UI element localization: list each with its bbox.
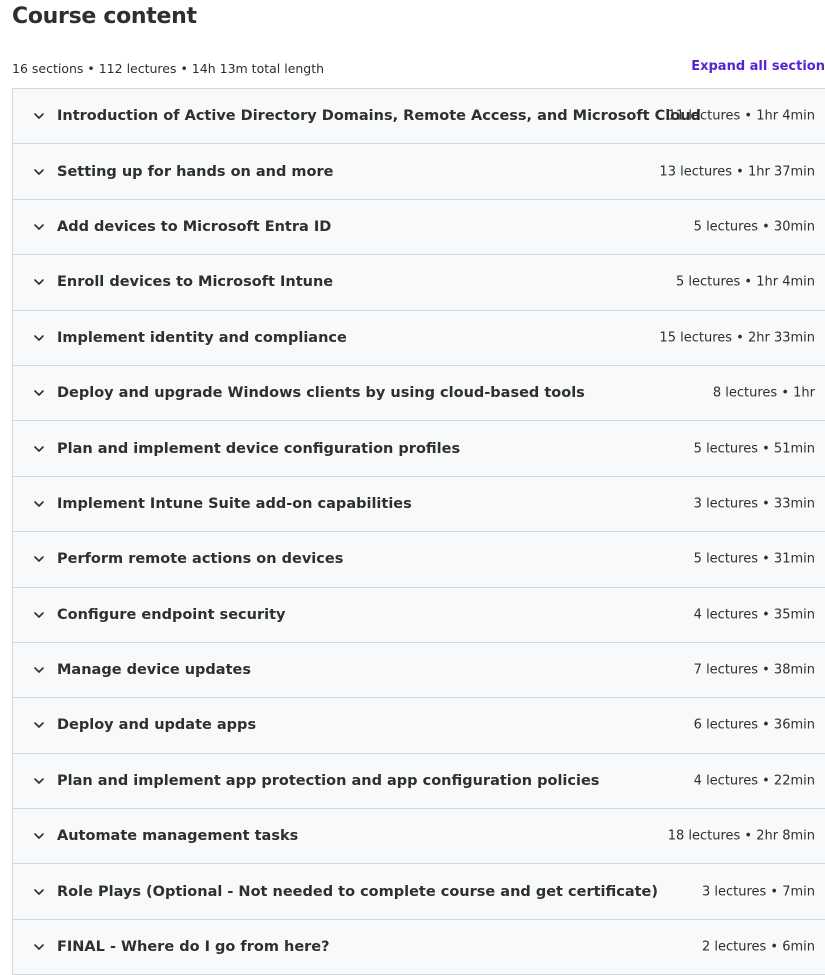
section-meta: 8 lectures • 1hr <box>712 385 815 401</box>
section-meta: 6 lectures • 36min <box>693 717 815 733</box>
chevron-down-icon <box>33 110 45 122</box>
section-title: Role Plays (Optional - Not needed to com… <box>57 883 659 900</box>
section-header-7[interactable]: Plan and implement device configuration … <box>13 421 825 477</box>
section-meta: 11 lectures • 1hr 4min <box>667 108 815 124</box>
section-title: Implement Intune Suite add-on capabiliti… <box>57 495 412 512</box>
chevron-down-icon <box>33 276 45 288</box>
course-summary: 16 sections • 112 lectures • 14h 13m tot… <box>12 61 325 76</box>
chevron-down-icon <box>33 609 45 621</box>
section-title: Automate management tasks <box>57 828 299 845</box>
section-header-15[interactable]: Role Plays (Optional - Not needed to com… <box>13 864 825 920</box>
section-header-4[interactable]: Enroll devices to Microsoft Intune 5 lec… <box>13 255 825 311</box>
section-meta: 5 lectures • 31min <box>693 551 815 567</box>
section-meta: 3 lectures • 33min <box>693 496 815 512</box>
section-meta: 4 lectures • 35min <box>693 607 815 623</box>
section-title: Deploy and update apps <box>57 717 257 734</box>
section-header-12[interactable]: Deploy and update apps 6 lectures • 36mi… <box>13 698 825 754</box>
course-summary-row: 16 sections • 112 lectures • 14h 13m tot… <box>12 59 825 79</box>
chevron-down-icon <box>33 941 45 953</box>
chevron-down-icon <box>33 886 45 898</box>
section-title: Perform remote actions on devices <box>57 551 344 568</box>
section-header-9[interactable]: Perform remote actions on devices 5 lect… <box>13 532 825 588</box>
section-title: Add devices to Microsoft Entra ID <box>57 218 332 235</box>
section-header-10[interactable]: Configure endpoint security 4 lectures •… <box>13 587 825 643</box>
sections-list: Introduction of Active Directory Domains… <box>12 88 825 975</box>
section-meta: 5 lectures • 30min <box>693 219 815 235</box>
section-title: FINAL - Where do I go from here? <box>57 939 330 956</box>
section-meta: 15 lectures • 2hr 33min <box>659 330 815 346</box>
section-header-2[interactable]: Setting up for hands on and more 13 lect… <box>13 144 825 200</box>
chevron-down-icon <box>33 553 45 565</box>
section-meta: 3 lectures • 7min <box>701 884 815 900</box>
chevron-down-icon <box>33 332 45 344</box>
chevron-down-icon <box>33 221 45 233</box>
section-header-14[interactable]: Automate management tasks 18 lectures • … <box>13 809 825 865</box>
expand-all-sections-button[interactable]: Expand all section <box>691 59 825 74</box>
section-meta: 2 lectures • 6min <box>701 939 815 955</box>
chevron-down-icon <box>33 166 45 178</box>
section-header-3[interactable]: Add devices to Microsoft Entra ID 5 lect… <box>13 199 825 256</box>
section-title: Implement identity and compliance <box>57 329 347 346</box>
section-header-5[interactable]: Implement identity and compliance 15 lec… <box>13 310 825 366</box>
chevron-down-icon <box>33 664 45 676</box>
section-header-8[interactable]: Implement Intune Suite add-on capabiliti… <box>13 476 825 533</box>
section-title: Plan and implement device configuration … <box>57 440 461 457</box>
section-header-6[interactable]: Deploy and upgrade Windows clients by us… <box>13 365 825 422</box>
chevron-down-icon <box>33 498 45 510</box>
section-meta: 5 lectures • 51min <box>693 441 815 457</box>
section-title: Manage device updates <box>57 662 251 679</box>
chevron-down-icon <box>33 775 45 787</box>
section-header-13[interactable]: Plan and implement app protection and ap… <box>13 753 825 810</box>
section-meta: 5 lectures • 1hr 4min <box>675 274 815 290</box>
chevron-down-icon <box>33 443 45 455</box>
section-title: Configure endpoint security <box>57 606 286 623</box>
section-header-16[interactable]: FINAL - Where do I go from here? 2 lectu… <box>13 919 825 975</box>
section-title: Setting up for hands on and more <box>57 163 334 180</box>
section-title: Introduction of Active Directory Domains… <box>57 108 701 125</box>
section-meta: 18 lectures • 2hr 8min <box>667 828 815 844</box>
section-meta: 7 lectures • 38min <box>693 662 815 678</box>
chevron-down-icon <box>33 387 45 399</box>
section-header-1[interactable]: Introduction of Active Directory Domains… <box>13 89 825 145</box>
section-meta: 13 lectures • 1hr 37min <box>659 164 815 180</box>
section-header-11[interactable]: Manage device updates 7 lectures • 38min <box>13 642 825 699</box>
chevron-down-icon <box>33 830 45 842</box>
section-meta: 4 lectures • 22min <box>693 773 815 789</box>
section-title: Enroll devices to Microsoft Intune <box>57 274 334 291</box>
page-title: Course content <box>12 4 197 29</box>
section-title: Deploy and upgrade Windows clients by us… <box>57 385 585 402</box>
section-title: Plan and implement app protection and ap… <box>57 772 600 789</box>
chevron-down-icon <box>33 719 45 731</box>
